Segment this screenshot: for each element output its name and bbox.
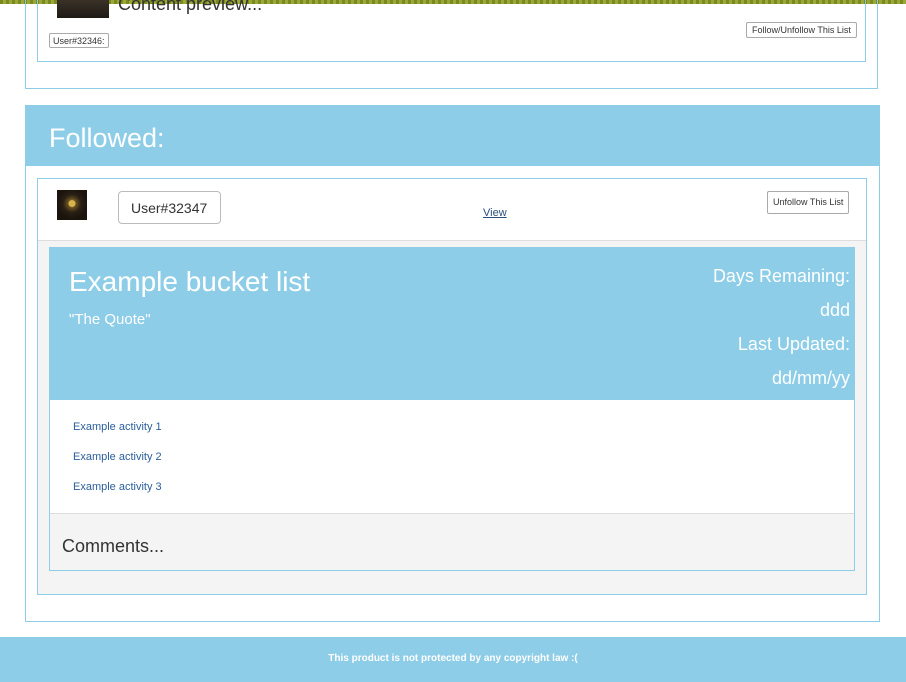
followed-section: Followed: View Unfollow This List Exampl… — [25, 105, 880, 622]
activity-item[interactable]: Example activity 3 — [73, 480, 162, 494]
activity-item[interactable]: Example activity 2 — [73, 450, 162, 464]
footer: This product is not protected by any cop… — [0, 637, 906, 682]
bucket-list: Example bucket list "The Quote" Days Rem… — [49, 247, 855, 571]
card-header: View Unfollow This List — [38, 179, 866, 241]
activity-item[interactable]: Example activity 1 — [73, 420, 162, 434]
followed-header: Followed: — [26, 106, 879, 166]
unfollow-button[interactable]: Unfollow This List — [767, 191, 850, 214]
previous-list-thumbnail — [57, 0, 109, 18]
footer-text: This product is not protected by any cop… — [328, 653, 578, 664]
last-updated-label: Last Updated: — [737, 334, 850, 354]
activity-list: Example activity 1 Example activity 2 Ex… — [50, 400, 854, 514]
days-remaining-label: Days Remaining: — [712, 266, 850, 286]
bucket-list-header: Example bucket list "The Quote" Days Rem… — [50, 248, 854, 400]
follow-unfollow-button[interactable]: Follow/Unfollow This List — [746, 22, 857, 38]
previous-user-field[interactable]: User#32346: — [49, 33, 109, 48]
avatar — [57, 190, 87, 220]
comments-section[interactable]: Comments... — [50, 514, 854, 570]
bucket-list-quote: "The Quote" — [69, 311, 151, 328]
days-remaining-value: ddd — [819, 300, 850, 320]
followed-list-card: View Unfollow This List Example bucket l… — [37, 178, 867, 595]
followed-title: Followed: — [49, 123, 165, 153]
last-updated-value: dd/mm/yy — [771, 368, 850, 388]
bucket-list-title: Example bucket list — [69, 266, 311, 297]
view-link[interactable]: View — [483, 207, 507, 219]
comments-label: Comments... — [62, 536, 165, 556]
user-field[interactable] — [118, 191, 221, 224]
content-preview-text: Content preview... — [118, 0, 263, 14]
